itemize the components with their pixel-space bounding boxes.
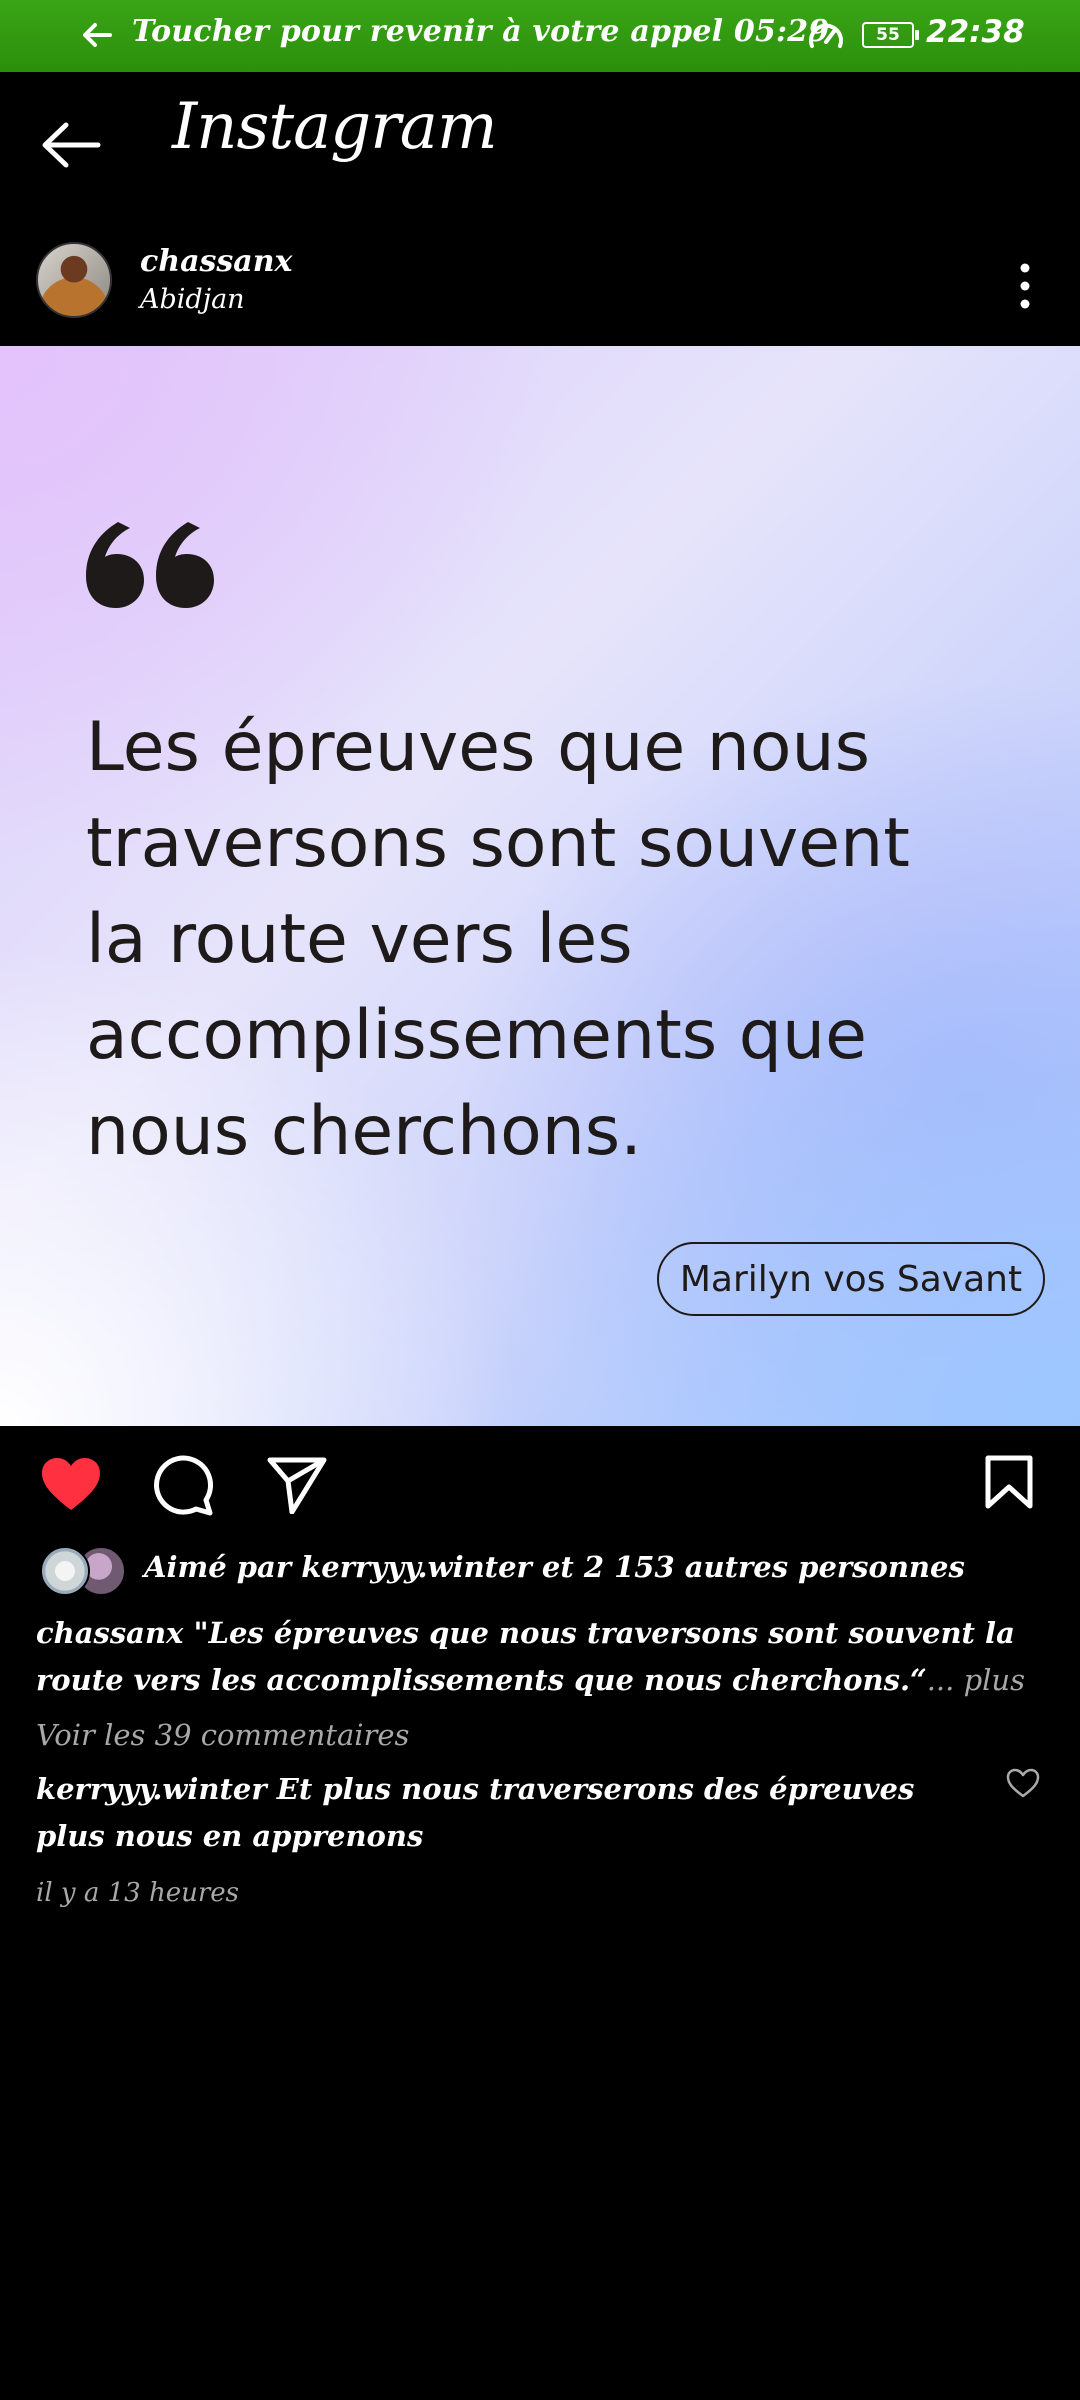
top-comment: kerryyy.winter Et plus nous traverserons… [36, 1766, 936, 1860]
ongoing-call-bar[interactable]: Toucher pour revenir à votre appel 05:29… [0, 0, 1080, 72]
comment-icon[interactable] [152, 1454, 214, 1516]
comment-username[interactable]: kerryyy.winter [36, 1772, 267, 1806]
comment-like-heart-icon[interactable] [1006, 1768, 1040, 1798]
post-actions [0, 1426, 1080, 1542]
caption-username[interactable]: chassanx [36, 1616, 183, 1650]
battery-icon: 55 [862, 22, 919, 48]
battery-level: 55 [876, 25, 900, 45]
likes-text: Aimé par kerryyy.winter et 2 153 autres … [144, 1550, 965, 1584]
quote-mark-icon [86, 522, 214, 608]
app-header: Instagram [0, 72, 1080, 212]
status-clock: 22:38 [926, 14, 1025, 50]
call-back-arrow-icon [83, 23, 112, 47]
heart-icon[interactable] [40, 1456, 102, 1512]
app-title: Instagram [172, 90, 498, 164]
call-bar-text: Toucher pour revenir à votre appel 05:29 [132, 14, 830, 49]
share-icon[interactable] [266, 1456, 328, 1514]
caption-more-link[interactable]: ... plus [927, 1663, 1025, 1697]
avatar[interactable] [36, 242, 112, 318]
post-timestamp: il y a 13 heures [36, 1878, 239, 1908]
caption-text: "Les épreuves que nous traversons sont s… [36, 1616, 1015, 1697]
likes-row[interactable]: Aimé par kerryyy.winter et 2 153 autres … [0, 1542, 1080, 1602]
speedometer-icon [809, 23, 843, 48]
bookmark-icon[interactable] [984, 1454, 1034, 1510]
liker-avatar [40, 1546, 90, 1596]
post-header: chassanx Abidjan [0, 212, 1080, 346]
post-username[interactable]: chassanx [140, 244, 292, 279]
post-caption[interactable]: chassanx "Les épreuves que nous traverso… [36, 1610, 1046, 1704]
more-options-icon[interactable] [1010, 256, 1040, 316]
post-location[interactable]: Abidjan [140, 284, 245, 315]
quote-author: Marilyn vos Savant [679, 1258, 1023, 1300]
view-comments-link[interactable]: Voir les 39 commentaires [36, 1718, 409, 1752]
back-arrow-icon[interactable] [40, 120, 102, 170]
quote-author-badge: Marilyn vos Savant [657, 1242, 1045, 1316]
post-image[interactable]: Les épreuves que nous traversons sont so… [0, 346, 1080, 1426]
quote-text: Les épreuves que nous traversons sont so… [86, 708, 910, 1171]
